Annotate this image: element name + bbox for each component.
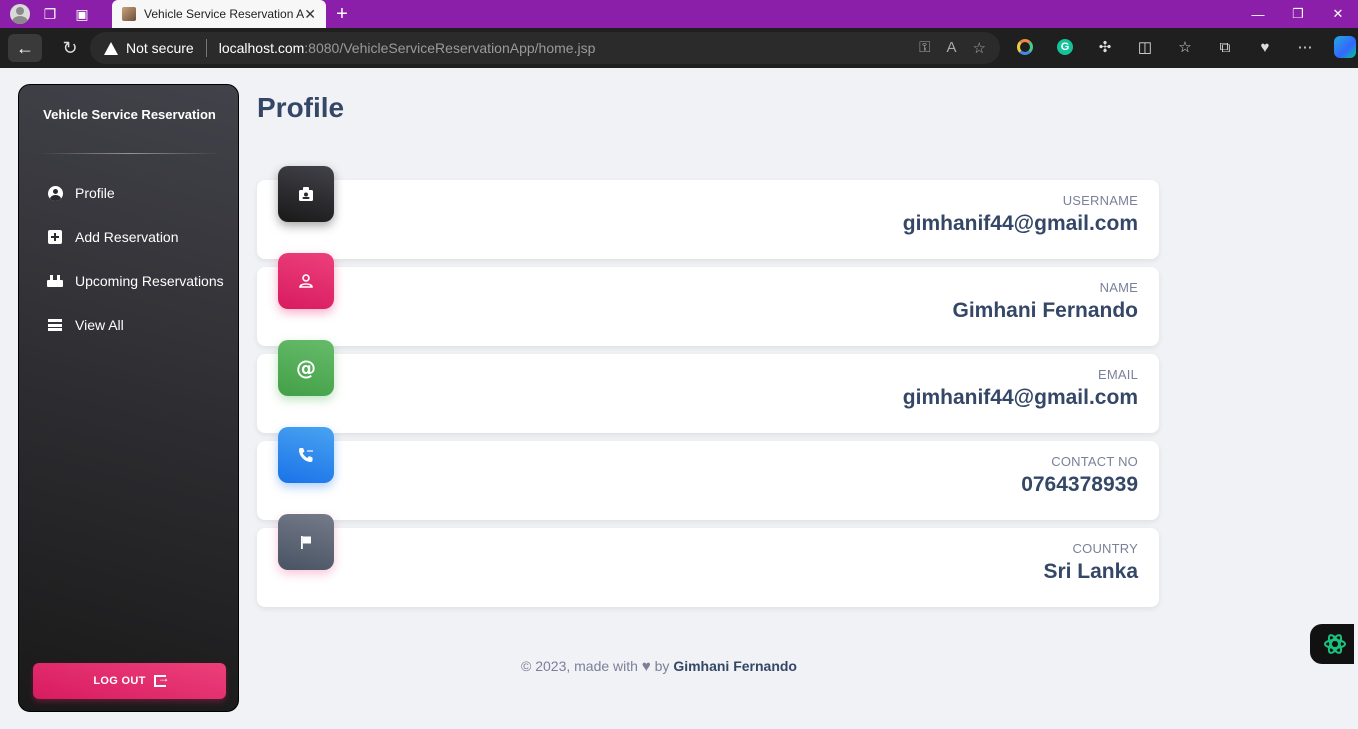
sidebar-item-label: Upcoming Reservations bbox=[75, 273, 224, 289]
back-arrow-icon[interactable]: ← bbox=[8, 34, 42, 62]
phone-icon bbox=[278, 427, 334, 483]
url-host: localhost.com bbox=[218, 40, 305, 56]
address-bar[interactable]: Not secure localhost.com:8080/VehicleSer… bbox=[90, 32, 1000, 64]
collections-icon[interactable]: ⧉ bbox=[1212, 34, 1238, 60]
favorite-star-icon[interactable]: ☆ bbox=[973, 39, 986, 57]
tab-title: Vehicle Service Reservation App bbox=[144, 7, 304, 21]
page-footer: © 2023, made with ♥ by Gimhani Fernando bbox=[4, 658, 1064, 675]
split-screen-icon[interactable]: ◫ bbox=[1132, 34, 1158, 60]
profile-card-name: NAME Gimhani Fernando bbox=[257, 253, 1159, 346]
person-icon bbox=[278, 253, 334, 309]
not-secure-label[interactable]: Not secure bbox=[126, 40, 194, 56]
workspaces-icon[interactable]: ❐ bbox=[38, 2, 62, 26]
card-label: NAME bbox=[1099, 280, 1138, 295]
new-tab-button[interactable]: + bbox=[332, 2, 352, 26]
card-value: Sri Lanka bbox=[1043, 560, 1138, 583]
footer-by: by bbox=[654, 658, 670, 674]
sidebar-item-profile[interactable]: Profile bbox=[19, 171, 240, 215]
flag-icon bbox=[278, 514, 334, 570]
card-label: USERNAME bbox=[1062, 193, 1138, 208]
browser-tab[interactable]: Vehicle Service Reservation App ✕ bbox=[112, 0, 326, 28]
sidebar-item-label: View All bbox=[75, 317, 124, 333]
profile-card-username: USERNAME gimhanif44@gmail.com bbox=[257, 166, 1159, 259]
footer-prefix: © 2023, made with bbox=[521, 658, 638, 674]
profile-avatar-icon[interactable] bbox=[10, 4, 30, 24]
tab-actions-icon[interactable]: ▣ bbox=[70, 2, 94, 26]
browser-essentials-icon[interactable]: ♥ bbox=[1252, 34, 1278, 60]
card-label: COUNTRY bbox=[1072, 541, 1138, 556]
card-label: CONTACT NO bbox=[1051, 454, 1138, 469]
sidebar-item-label: Add Reservation bbox=[75, 229, 179, 245]
list-icon bbox=[47, 317, 63, 333]
tab-close-icon[interactable]: ✕ bbox=[304, 6, 316, 23]
address-separator bbox=[205, 39, 207, 57]
profile-card-contact: CONTACT NO 0764378939 bbox=[257, 427, 1159, 520]
logout-icon bbox=[153, 671, 170, 687]
url-path: :8080/VehicleServiceReservationApp/home.… bbox=[304, 40, 596, 56]
extension-bar: G ✣ ◫ ☆ ⧉ ♥ ⋯ bbox=[1012, 34, 1358, 60]
color-ring-extension-icon[interactable] bbox=[1012, 34, 1038, 60]
window-close-icon[interactable]: ✕ bbox=[1318, 0, 1358, 28]
copilot-icon[interactable] bbox=[1332, 34, 1358, 60]
extensions-puzzle-icon[interactable]: ✣ bbox=[1092, 34, 1118, 60]
tab-favicon-icon bbox=[122, 7, 136, 21]
heart-icon: ♥ bbox=[641, 658, 651, 675]
card-value: Gimhani Fernando bbox=[952, 299, 1138, 322]
assistant-sparkle-icon[interactable] bbox=[1310, 624, 1354, 664]
sidebar-item-view-all[interactable]: View All bbox=[19, 303, 240, 347]
favorites-icon[interactable]: ☆ bbox=[1172, 34, 1198, 60]
sidebar-divider bbox=[39, 153, 220, 154]
sidebar-item-upcoming-reservations[interactable]: Upcoming Reservations bbox=[19, 259, 240, 303]
logout-label: LOG OUT bbox=[93, 675, 146, 687]
user-circle-icon bbox=[47, 185, 63, 201]
minimize-icon[interactable]: — bbox=[1238, 0, 1278, 28]
card-value: gimhanif44@gmail.com bbox=[902, 386, 1138, 409]
profile-card-email: @ EMAIL gimhanif44@gmail.com bbox=[257, 340, 1159, 433]
grammarly-extension-icon[interactable]: G bbox=[1052, 34, 1078, 60]
calendar-icon bbox=[47, 273, 63, 289]
card-value: gimhanif44@gmail.com bbox=[902, 212, 1138, 235]
key-icon[interactable]: ⚿ bbox=[919, 39, 930, 57]
card-label: EMAIL bbox=[1097, 367, 1138, 382]
footer-author: Gimhani Fernando bbox=[673, 658, 797, 674]
sidebar: Vehicle Service Reservation Profile Add … bbox=[18, 84, 239, 712]
browser-toolbar: ← ↻ Not secure localhost.com:8080/Vehicl… bbox=[0, 28, 1358, 68]
sidebar-nav: Profile Add Reservation Upcoming Reserva… bbox=[19, 171, 240, 347]
reload-icon[interactable]: ↻ bbox=[56, 34, 84, 62]
at-icon: @ bbox=[278, 340, 334, 396]
page-title: Profile bbox=[257, 92, 345, 123]
restore-icon[interactable]: ❐ bbox=[1278, 0, 1318, 28]
plus-square-icon bbox=[47, 229, 63, 245]
sidebar-item-label: Profile bbox=[75, 185, 115, 201]
profile-cards: USERNAME gimhanif44@gmail.com NAME Gimha… bbox=[257, 166, 1159, 615]
warning-icon bbox=[104, 41, 118, 55]
window-controls: — ❐ ✕ bbox=[1238, 0, 1358, 28]
sidebar-brand[interactable]: Vehicle Service Reservation bbox=[19, 107, 240, 122]
profile-card-country: COUNTRY Sri Lanka bbox=[257, 514, 1159, 607]
read-aloud-icon[interactable]: A bbox=[947, 39, 957, 57]
id-badge-icon bbox=[278, 166, 334, 222]
page-viewport: Vehicle Service Reservation Profile Add … bbox=[4, 70, 1354, 726]
address-bar-actions: ⚿ A ☆ bbox=[919, 39, 986, 57]
card-value: 0764378939 bbox=[1021, 473, 1138, 496]
more-options-icon[interactable]: ⋯ bbox=[1292, 34, 1318, 60]
sidebar-item-add-reservation[interactable]: Add Reservation bbox=[19, 215, 240, 259]
